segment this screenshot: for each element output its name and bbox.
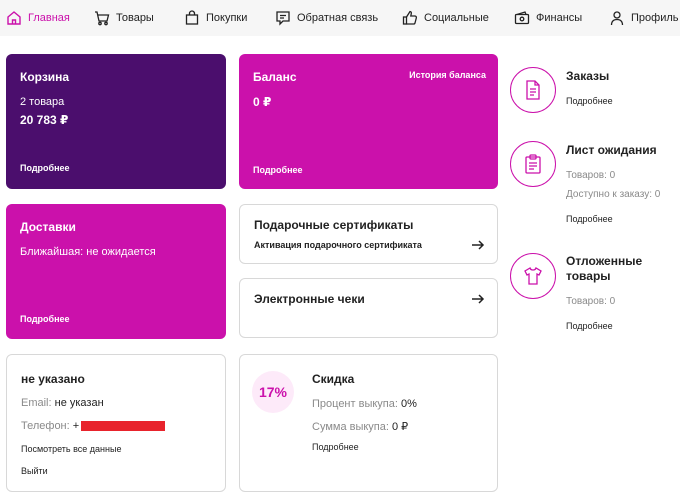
nav-label: Социальные [424, 12, 489, 24]
gift-certificates-card[interactable]: Подарочные сертификаты Активация подароч… [239, 204, 498, 264]
document-icon [526, 80, 540, 100]
cart-sum: 20 783 ₽ [20, 113, 69, 127]
arrow-right-icon [472, 240, 485, 250]
clipboard-icon [525, 154, 541, 174]
thumbs-up-icon [402, 10, 418, 25]
nav-item-feedback[interactable]: Обратная связь [275, 0, 378, 36]
sum-value: 0 ₽ [392, 421, 409, 433]
profile-name: не указано [21, 372, 85, 386]
nav-label: Профиль [631, 12, 679, 24]
deliveries-card[interactable]: Доставки Ближайшая: не ожидается Подробн… [6, 204, 226, 339]
profile-card: не указано Email: не указан Телефон: + П… [6, 354, 226, 492]
user-icon [610, 11, 624, 26]
balance-history-link[interactable]: История баланса [409, 70, 486, 80]
logout-link[interactable]: Выйти [21, 466, 48, 476]
deliveries-more-link[interactable]: Подробнее [20, 314, 70, 324]
nav-item-goods[interactable]: Товары [94, 0, 154, 36]
waitlist-icon-circle[interactable] [510, 141, 556, 187]
postponed-icon-circle[interactable] [510, 253, 556, 299]
tshirt-icon [524, 267, 542, 285]
nav-label: Главная [28, 12, 70, 24]
discount-card[interactable]: 17% Скидка Процент выкупа: 0% Сумма выку… [239, 354, 498, 492]
orders-title[interactable]: Заказы [566, 69, 609, 84]
home-icon [7, 11, 21, 25]
waitlist-available: Доступно к заказу: 0 [566, 189, 661, 200]
email-value: не указан [54, 397, 104, 409]
waitlist-title[interactable]: Лист ожидания [566, 143, 657, 158]
discount-more-link[interactable]: Подробнее [312, 442, 359, 452]
cart-icon [95, 11, 110, 26]
top-nav: Главная Товары Покупки Обратная связь Со… [0, 0, 680, 36]
balance-more-link[interactable]: Подробнее [253, 165, 303, 175]
deliveries-title: Доставки [20, 220, 76, 234]
bag-icon [185, 10, 199, 25]
postponed-title-line2: товары [566, 269, 611, 283]
arrow-right-icon [472, 294, 485, 304]
discount-buyout: Процент выкупа: 0% [312, 398, 417, 410]
profile-email: Email: не указан [21, 397, 104, 409]
nav-item-purchases[interactable]: Покупки [184, 0, 247, 36]
feedback-icon [276, 11, 290, 26]
profile-phone: Телефон: + [21, 420, 79, 432]
discount-title: Скидка [312, 372, 355, 386]
deliveries-nearest: Ближайшая: не ожидается [20, 246, 156, 258]
nav-label: Покупки [206, 12, 248, 24]
nav-label: Финансы [536, 12, 583, 24]
gift-title: Подарочные сертификаты [254, 218, 414, 232]
receipts-title: Электронные чеки [254, 292, 365, 306]
postponed-title-line1: Отложенные [566, 254, 643, 268]
cart-card[interactable]: Корзина 2 товара 20 783 ₽ Подробнее [6, 54, 226, 189]
phone-label: Телефон: [21, 420, 70, 432]
e-receipts-card[interactable]: Электронные чеки [239, 278, 498, 338]
nav-label: Товары [116, 12, 154, 24]
nav-label: Обратная связь [297, 12, 379, 24]
nav-item-home[interactable]: Главная [6, 0, 70, 36]
nav-item-profile[interactable]: Профиль [609, 0, 679, 36]
email-label: Email: [21, 397, 52, 409]
waitlist-goods: Товаров: 0 [566, 170, 616, 181]
cart-count: 2 товара [20, 96, 65, 108]
see-all-data-link[interactable]: Посмотреть все данные [21, 444, 121, 454]
discount-sum: Сумма выкупа: 0 ₽ [312, 420, 408, 433]
cart-title: Корзина [20, 70, 70, 84]
balance-value: 0 ₽ [253, 95, 272, 109]
buyout-value: 0% [400, 398, 417, 410]
wallet-icon [514, 11, 530, 25]
orders-icon-circle[interactable] [510, 67, 556, 113]
sum-label: Сумма выкупа: [312, 421, 389, 433]
nav-item-finance[interactable]: Финансы [514, 0, 582, 36]
postponed-goods: Товаров: 0 [566, 296, 616, 307]
nav-item-social[interactable]: Социальные [402, 0, 489, 36]
orders-more-link[interactable]: Подробнее [566, 96, 613, 106]
discount-badge: 17% [252, 371, 294, 413]
waitlist-more-link[interactable]: Подробнее [566, 214, 613, 224]
cart-more-link[interactable]: Подробнее [20, 163, 70, 173]
balance-title: Баланс [253, 70, 297, 84]
buyout-label: Процент выкупа: [312, 398, 398, 410]
balance-card[interactable]: Баланс История баланса 0 ₽ Подробнее [239, 54, 498, 189]
redacted-phone-mask [81, 421, 165, 431]
gift-activate-link[interactable]: Активация подарочного сертификата [254, 240, 422, 250]
phone-value: + [72, 420, 80, 432]
postponed-title[interactable]: Отложенные товары [566, 254, 642, 284]
postponed-more-link[interactable]: Подробнее [566, 321, 613, 331]
